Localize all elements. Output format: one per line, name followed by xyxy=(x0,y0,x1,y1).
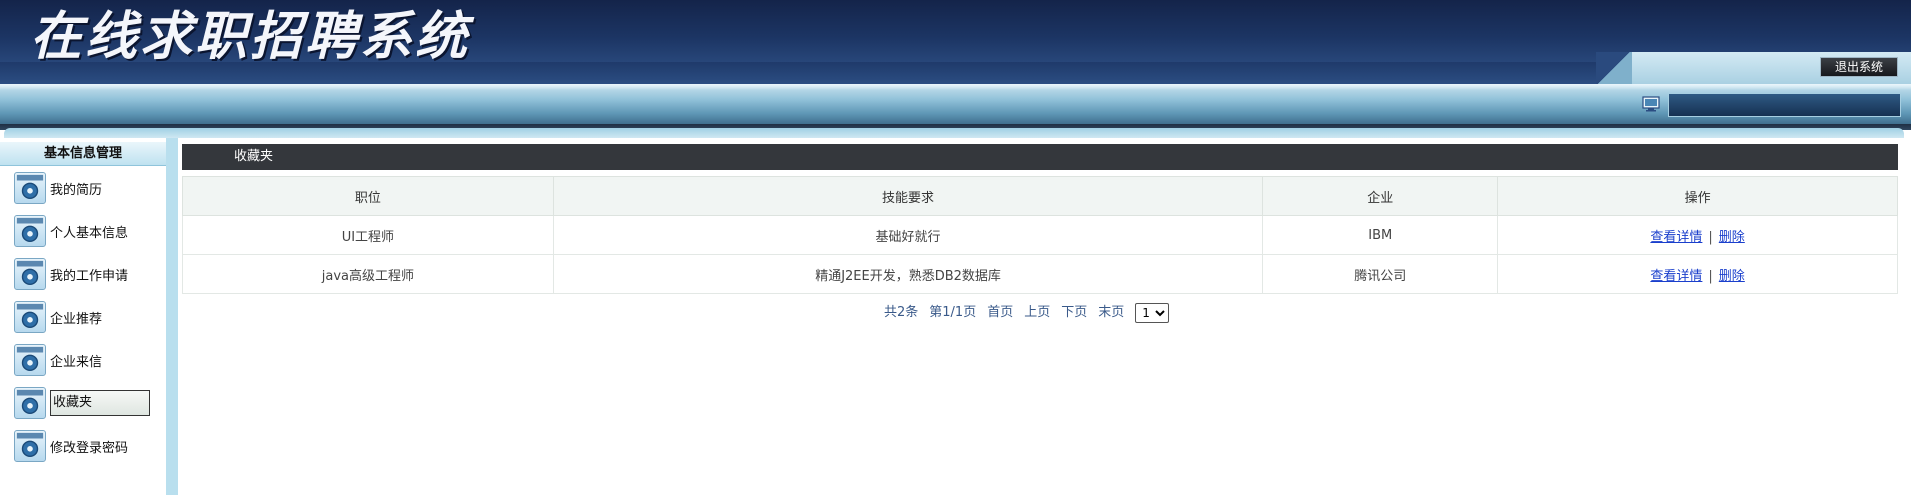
view-details-link[interactable]: 查看详情 xyxy=(1650,230,1702,245)
logout-button[interactable]: 退出系统 xyxy=(1820,57,1898,77)
site-title: 在线求职招聘系统 xyxy=(30,6,471,67)
cell-position: java高级工程师 xyxy=(182,254,554,294)
sidebar-item-company-letters[interactable]: 企业来信 xyxy=(14,342,154,378)
table-header-row: 职位 技能要求 企业 操作 xyxy=(182,176,1898,216)
sidebar-item-label: 收藏夹 xyxy=(50,390,150,416)
sidebar-item-label: 我的简历 xyxy=(50,183,103,198)
gear-icon xyxy=(14,172,46,204)
table-row: UI工程师 基础好就行 IBM 查看详情 | 删除 xyxy=(182,215,1898,255)
pagination-first[interactable]: 首页 xyxy=(987,305,1013,320)
sidebar-item-favorites[interactable]: 收藏夹 xyxy=(14,385,154,421)
sidebar-heading: 基本信息管理 xyxy=(0,142,166,166)
column-header-skills: 技能要求 xyxy=(552,176,1264,216)
pagination-prev[interactable]: 上页 xyxy=(1024,305,1050,320)
action-separator: | xyxy=(1708,229,1713,245)
logout-bar-notch xyxy=(1596,52,1632,84)
cell-skills: 精通J2EE开发，熟悉DB2数据库 xyxy=(552,254,1264,294)
sidebar-item-label: 修改登录密码 xyxy=(50,441,129,456)
sidebar-item-company-recommend[interactable]: 企业推荐 xyxy=(14,299,154,335)
gear-icon xyxy=(14,258,46,290)
cell-actions: 查看详情 | 删除 xyxy=(1497,215,1898,255)
cell-position: UI工程师 xyxy=(182,215,554,255)
sidebar-item-job-applications[interactable]: 我的工作申请 xyxy=(14,256,154,292)
nav-status-field xyxy=(1668,93,1901,117)
delete-link[interactable]: 删除 xyxy=(1719,269,1745,284)
gear-icon xyxy=(14,301,46,333)
sidebar-item-personal-info[interactable]: 个人基本信息 xyxy=(14,213,154,249)
sidebar-item-label: 个人基本信息 xyxy=(50,226,129,241)
cell-actions: 查看详情 | 删除 xyxy=(1497,254,1898,294)
nav-bar xyxy=(0,84,1911,124)
sidebar-item-label: 我的工作申请 xyxy=(50,269,129,284)
table-row: java高级工程师 精通J2EE开发，熟悉DB2数据库 腾讯公司 查看详情 | 删除 xyxy=(182,254,1898,294)
view-details-link[interactable]: 查看详情 xyxy=(1650,269,1702,284)
sidebar-item-resume[interactable]: 我的简历 xyxy=(14,170,154,206)
sidebar-item-label: 企业来信 xyxy=(50,355,103,370)
pagination-last[interactable]: 末页 xyxy=(1098,305,1124,320)
page-select[interactable]: 1 xyxy=(1135,303,1170,323)
pagination-next[interactable]: 下页 xyxy=(1061,305,1087,320)
nav-bar-shine xyxy=(0,84,1911,90)
cell-company: 腾讯公司 xyxy=(1262,254,1499,294)
gear-icon xyxy=(14,387,46,419)
sidebar-item-change-password[interactable]: 修改登录密码 xyxy=(14,428,154,464)
page-title: 收藏夹 xyxy=(182,144,1898,170)
sidebar-item-label: 企业推荐 xyxy=(50,312,103,327)
cell-company: IBM xyxy=(1262,215,1499,255)
action-separator: | xyxy=(1708,268,1713,284)
pagination: 共2条 第1/1页 首页 上页 下页 末页 1 xyxy=(884,303,1170,323)
gear-icon xyxy=(14,344,46,376)
frame-top xyxy=(4,128,1904,138)
column-header-position: 职位 xyxy=(182,176,554,216)
gear-icon xyxy=(14,430,46,462)
cell-skills: 基础好就行 xyxy=(552,215,1264,255)
column-header-actions: 操作 xyxy=(1497,176,1898,216)
gear-icon xyxy=(14,215,46,247)
monitor-icon xyxy=(1642,96,1660,112)
column-header-company: 企业 xyxy=(1262,176,1499,216)
delete-link[interactable]: 删除 xyxy=(1719,230,1745,245)
pagination-page-info: 第1/1页 xyxy=(929,305,977,320)
favorites-table: 职位 技能要求 企业 操作 UI工程师 基础好就行 IBM 查看详情 | 删除 ja… xyxy=(182,176,1898,294)
pagination-total: 共2条 xyxy=(884,305,919,320)
